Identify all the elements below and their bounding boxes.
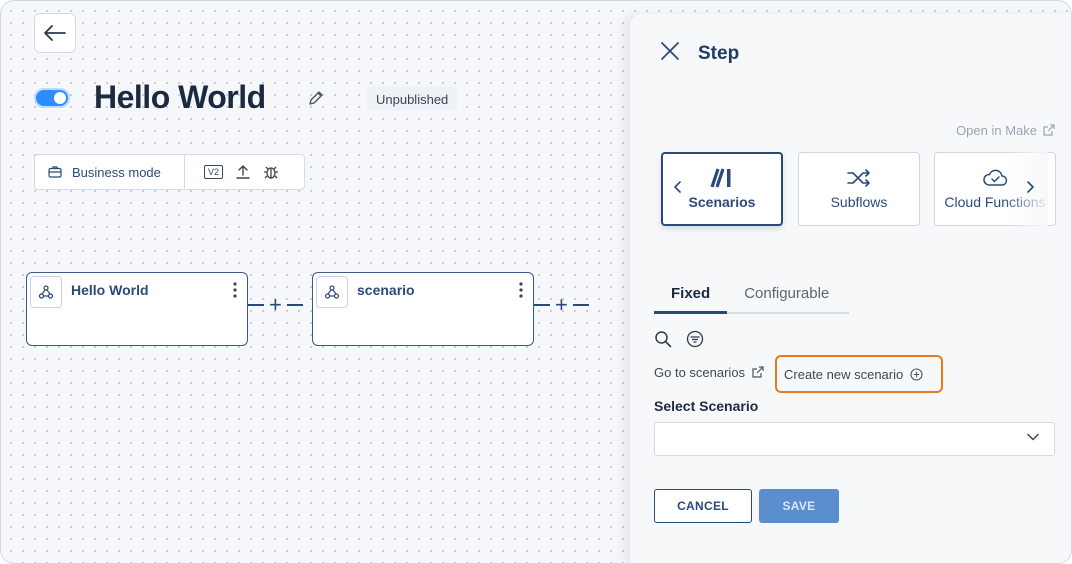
- search-icon[interactable]: [654, 330, 672, 353]
- upload-icon[interactable]: [236, 164, 250, 180]
- cancel-button[interactable]: CANCEL: [654, 489, 752, 523]
- briefcase-icon: [48, 166, 62, 178]
- cloud-icon: [983, 169, 1008, 186]
- close-icon[interactable]: [660, 41, 680, 66]
- add-step-button[interactable]: +: [555, 294, 568, 316]
- webhook-icon: [316, 276, 348, 308]
- tab-configurable[interactable]: Configurable: [727, 284, 846, 314]
- open-in-make-link[interactable]: Open in Make: [956, 123, 1055, 138]
- node-title: scenario: [357, 282, 415, 298]
- node-title: Hello World: [71, 282, 149, 298]
- chevron-down-icon: [1027, 433, 1039, 441]
- back-button[interactable]: [34, 13, 76, 53]
- open-in-make-label: Open in Make: [956, 123, 1037, 138]
- toggle-knob: [54, 92, 66, 104]
- panel-title: Step: [698, 43, 740, 64]
- mode-toolbar: Business mode V2: [34, 154, 305, 190]
- bug-icon[interactable]: [263, 164, 279, 180]
- add-step-connector: +: [248, 294, 303, 316]
- card-label: Subflows: [830, 194, 888, 210]
- kebab-menu-icon[interactable]: [233, 282, 237, 303]
- external-link-icon: [752, 366, 764, 378]
- plus-circle-icon: [910, 367, 923, 381]
- add-step-button[interactable]: +: [269, 294, 282, 316]
- webhook-icon: [30, 276, 62, 308]
- step-panel: Step Open in Make Scenarios Subflows Clo…: [629, 14, 1071, 563]
- go-to-scenarios-link[interactable]: Go to scenarios: [654, 365, 764, 380]
- arrow-left-icon: [44, 25, 66, 41]
- status-badge: Unpublished: [367, 87, 458, 111]
- publish-toggle[interactable]: [34, 88, 70, 108]
- card-cloud-functions[interactable]: Cloud Functions: [934, 152, 1056, 226]
- business-mode-button[interactable]: Business mode: [35, 155, 185, 189]
- mode-label: Business mode: [72, 164, 161, 180]
- create-new-scenario-button[interactable]: Create new scenario: [775, 355, 943, 393]
- kebab-menu-icon[interactable]: [519, 282, 523, 303]
- workflow-canvas: Hello World Unpublished Business mode V2…: [0, 0, 1072, 564]
- version-badge[interactable]: V2: [204, 165, 224, 179]
- external-link-icon: [1043, 124, 1055, 136]
- pencil-icon[interactable]: [307, 89, 327, 109]
- chevron-left-icon[interactable]: [674, 180, 682, 198]
- page-title: Hello World: [94, 79, 266, 115]
- workflow-node-hello-world[interactable]: Hello World: [26, 272, 248, 346]
- add-step-connector: +: [534, 294, 589, 316]
- filter-icon[interactable]: [686, 330, 704, 353]
- tab-fixed[interactable]: Fixed: [654, 284, 728, 314]
- save-button[interactable]: SAVE: [759, 489, 839, 523]
- select-scenario-label: Select Scenario: [654, 398, 759, 414]
- make-logo-icon: [710, 168, 731, 188]
- chevron-right-icon[interactable]: [1026, 180, 1034, 198]
- go-to-scenarios-label: Go to scenarios: [654, 365, 746, 380]
- tab-bar: Fixed Configurable: [654, 284, 849, 314]
- card-label: Scenarios: [688, 194, 756, 210]
- workflow-node-scenario[interactable]: scenario: [312, 272, 534, 346]
- scenario-select[interactable]: [654, 422, 1055, 456]
- create-new-scenario-label: Create new scenario: [784, 366, 904, 382]
- shuffle-icon: [847, 169, 870, 187]
- card-subflows[interactable]: Subflows: [798, 152, 920, 226]
